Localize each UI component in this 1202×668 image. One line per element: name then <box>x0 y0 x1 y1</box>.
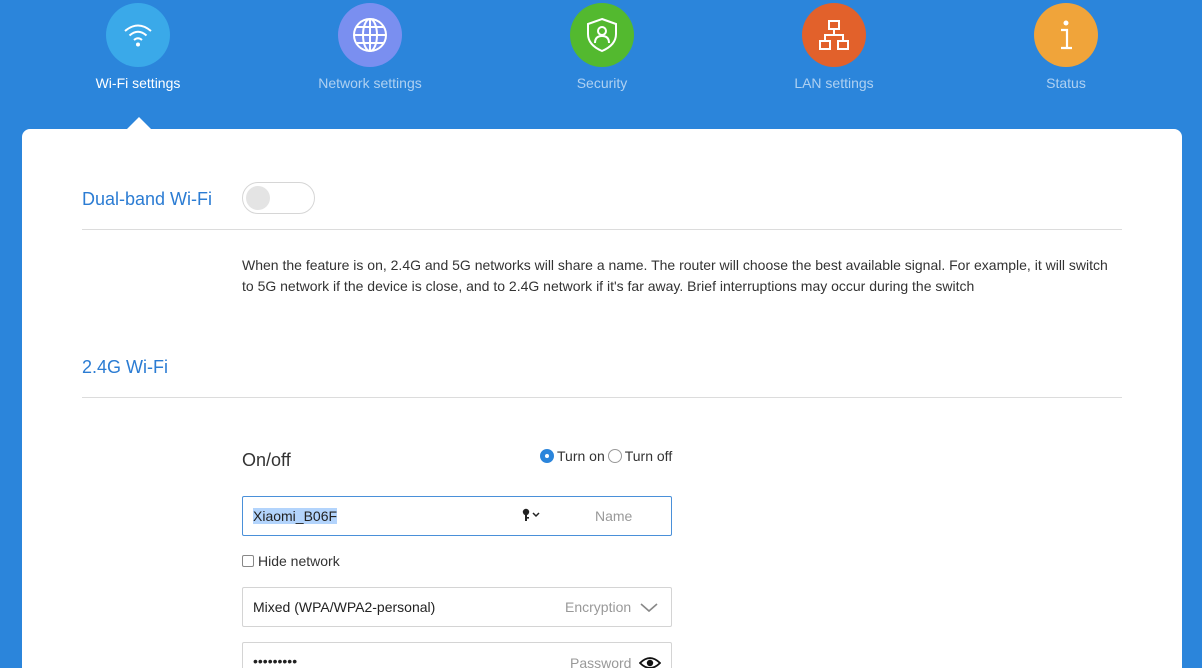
active-tab-pointer <box>127 117 151 129</box>
eye-icon[interactable] <box>638 655 662 668</box>
top-navigation: Wi-Fi settings Network settings Security <box>0 0 1202 130</box>
key-autofill-icon[interactable] <box>521 507 541 526</box>
nav-label: Status <box>1046 75 1086 91</box>
hide-network-checkbox[interactable] <box>242 555 254 567</box>
turn-on-label[interactable]: Turn on <box>557 448 605 464</box>
nav-label: Network settings <box>318 75 422 91</box>
dual-band-description: When the feature is on, 2.4G and 5G netw… <box>242 257 1108 294</box>
turn-on-radio[interactable] <box>540 449 554 463</box>
nav-item-security[interactable]: Security <box>522 3 682 91</box>
dual-band-title: Dual-band Wi-Fi <box>82 189 213 209</box>
globe-icon <box>338 3 402 67</box>
wifi-name-value[interactable]: Xiaomi_B06F <box>253 508 338 524</box>
info-icon <box>1034 3 1098 67</box>
nav-item-wifi-settings[interactable]: Wi-Fi settings <box>58 3 218 91</box>
wifi-name-field[interactable]: Xiaomi_B06F Name <box>242 496 672 536</box>
settings-card: Dual-band Wi-Fi When the feature is on, … <box>22 129 1182 668</box>
hide-network-label[interactable]: Hide network <box>258 553 340 569</box>
wifi-24g-title: 2.4G Wi-Fi <box>82 357 169 377</box>
nav-label: Security <box>576 75 628 91</box>
nav-label: LAN settings <box>794 75 874 91</box>
wifi-name-hint: Name <box>595 508 633 524</box>
nav-item-status[interactable]: Status <box>986 3 1146 91</box>
divider <box>82 229 1122 230</box>
hide-network-row: Hide network <box>242 553 340 569</box>
wifi-icon <box>106 3 170 67</box>
onoff-label: On/off <box>242 450 291 470</box>
password-field[interactable]: ••••••••• Password <box>242 642 672 668</box>
nav-item-network-settings[interactable]: Network settings <box>290 3 450 91</box>
onoff-radio-group: Turn on Turn off <box>540 448 675 464</box>
turn-off-radio[interactable] <box>607 449 622 463</box>
network-tree-icon <box>802 3 866 67</box>
chevron-down-icon[interactable] <box>639 600 659 617</box>
dual-band-toggle[interactable] <box>242 182 315 214</box>
password-value[interactable]: ••••••••• <box>253 653 297 668</box>
password-hint: Password <box>570 655 632 668</box>
shield-user-icon <box>570 3 634 67</box>
nav-label: Wi-Fi settings <box>95 75 181 91</box>
encryption-select[interactable]: Mixed (WPA/WPA2-personal) Encryption <box>242 587 672 627</box>
encryption-value: Mixed (WPA/WPA2-personal) <box>253 599 436 615</box>
nav-item-lan-settings[interactable]: LAN settings <box>754 3 914 91</box>
divider <box>82 397 1122 398</box>
encryption-hint: Encryption <box>565 599 632 615</box>
turn-off-label[interactable]: Turn off <box>625 448 672 464</box>
toggle-knob <box>246 186 270 210</box>
